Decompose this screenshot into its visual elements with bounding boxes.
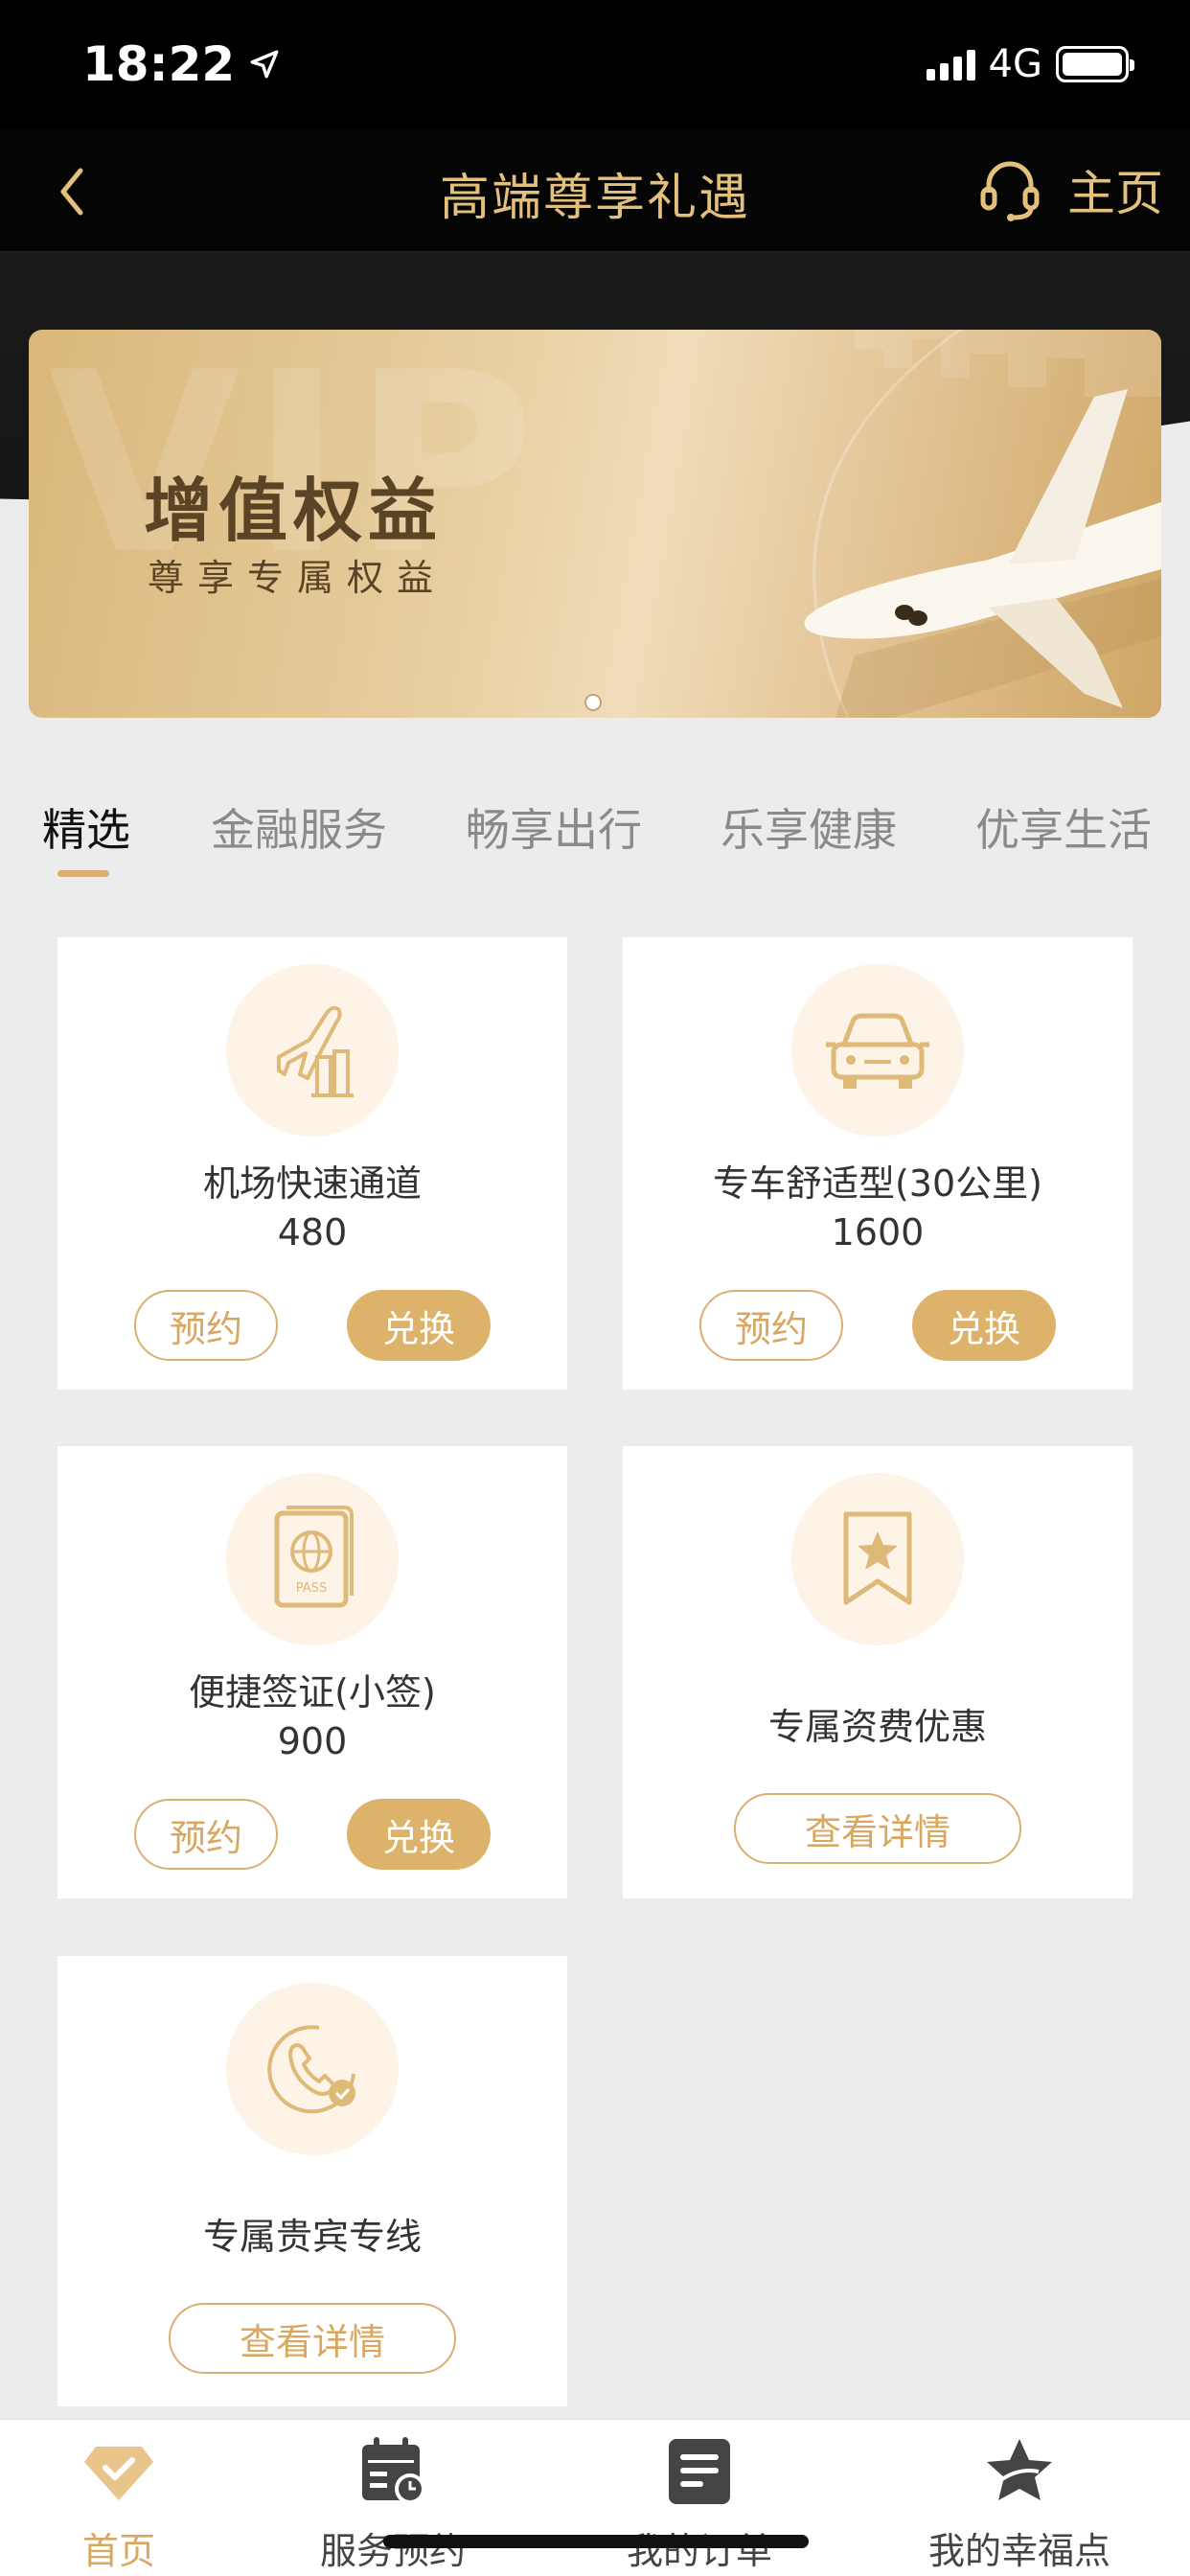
icon-circle (226, 964, 399, 1137)
tabbar-item-points[interactable]: 我的幸福点 (904, 2433, 1134, 2574)
location-arrow-icon (250, 50, 279, 79)
benefit-card-airport[interactable]: 机场快速通道 480 预约 兑换 (57, 937, 567, 1390)
carousel-dot[interactable] (584, 694, 602, 711)
benefit-card-visa[interactable]: PASS 便捷签证(小签) 900 预约 兑换 (57, 1446, 567, 1898)
tab-indicator (57, 870, 109, 877)
tab-lifestyle[interactable]: 优享生活 (975, 795, 1152, 859)
star-bookmark-icon (843, 1511, 912, 1605)
banner-title: 增值权益 (144, 471, 444, 551)
benefit-name: 便捷签证(小签) (189, 1671, 436, 1714)
svg-text:PASS: PASS (296, 1581, 327, 1596)
network-label: 4G (988, 42, 1042, 86)
tabbar-item-home[interactable]: 首页 (4, 2433, 234, 2574)
home-button[interactable]: 主页 (979, 155, 1163, 224)
view-details-button[interactable]: 查看详情 (734, 1793, 1021, 1864)
benefit-name: 专车舒适型(30公里) (712, 1162, 1042, 1205)
airplane-illustration (804, 330, 1161, 718)
tab-featured[interactable]: 精选 (42, 795, 130, 859)
icon-circle (226, 1983, 399, 2155)
passport-icon: PASS (274, 1506, 354, 1608)
signal-icon (926, 48, 975, 80)
benefit-name: 专属资费优惠 (767, 1706, 987, 1748)
reserve-button[interactable]: 预约 (134, 1799, 278, 1870)
calendar-clock-icon (362, 2437, 425, 2504)
status-time: 18:22 (82, 36, 236, 92)
tabbar-item-orders[interactable]: 我的订单 (584, 2433, 814, 2574)
promo-banner[interactable]: VIP 增值权益 尊享专属权益 (29, 330, 1161, 718)
vip-phone-icon (267, 2025, 355, 2114)
home-indicator (383, 2535, 809, 2548)
airplane-fast-track-icon (277, 1005, 354, 1097)
star-points-icon (987, 2439, 1052, 2500)
battery-icon (1056, 46, 1134, 82)
redeem-button[interactable]: 兑换 (347, 1290, 491, 1361)
benefit-points: 900 (277, 1720, 348, 1762)
status-bar: 18:22 4G (0, 0, 1190, 128)
benefit-card-car[interactable]: 专车舒适型(30公里) 1600 预约 兑换 (623, 937, 1133, 1390)
headset-icon[interactable] (979, 156, 1041, 223)
benefit-card-tariff[interactable]: 专属资费优惠 查看详情 (623, 1446, 1133, 1898)
tab-travel[interactable]: 畅享出行 (466, 795, 642, 859)
order-list-icon (669, 2439, 730, 2504)
benefit-name: 机场快速通道 (202, 1162, 422, 1205)
home-label[interactable]: 主页 (1067, 155, 1163, 224)
tabbar-label: 我的幸福点 (927, 2530, 1110, 2572)
tabbar-label: 首页 (81, 2530, 155, 2572)
redeem-button[interactable]: 兑换 (912, 1290, 1056, 1361)
nav-bar: 高端尊享礼遇 主页 (0, 128, 1190, 253)
banner-subtitle: 尊享专属权益 (148, 557, 447, 599)
benefit-card-vip-line[interactable]: 专属贵宾专线 查看详情 (57, 1956, 567, 2406)
home-diamond-icon (84, 2447, 153, 2500)
tab-finance[interactable]: 金融服务 (211, 795, 387, 859)
category-tabs: 精选 金融服务 畅享出行 乐享健康 优享生活 (0, 786, 1190, 891)
status-time-group: 18:22 (82, 36, 281, 92)
redeem-button[interactable]: 兑换 (347, 1799, 491, 1870)
view-details-button[interactable]: 查看详情 (169, 2303, 456, 2374)
reserve-button[interactable]: 预约 (134, 1290, 278, 1361)
icon-circle: PASS (226, 1473, 399, 1645)
bottom-tab-bar: 首页 服务预约 我的订单 我的幸福点 (0, 2419, 1190, 2576)
tabbar-item-booking[interactable]: 服务预约 (278, 2433, 508, 2574)
icon-circle (791, 964, 964, 1137)
reserve-button[interactable]: 预约 (699, 1290, 843, 1361)
icon-circle (791, 1473, 964, 1645)
benefit-name: 专属贵宾专线 (202, 2216, 422, 2258)
status-indicators: 4G (926, 42, 1134, 86)
tab-health[interactable]: 乐享健康 (721, 795, 897, 859)
car-icon (826, 1013, 929, 1089)
benefit-points: 480 (277, 1211, 348, 1254)
benefit-points: 1600 (831, 1211, 925, 1254)
